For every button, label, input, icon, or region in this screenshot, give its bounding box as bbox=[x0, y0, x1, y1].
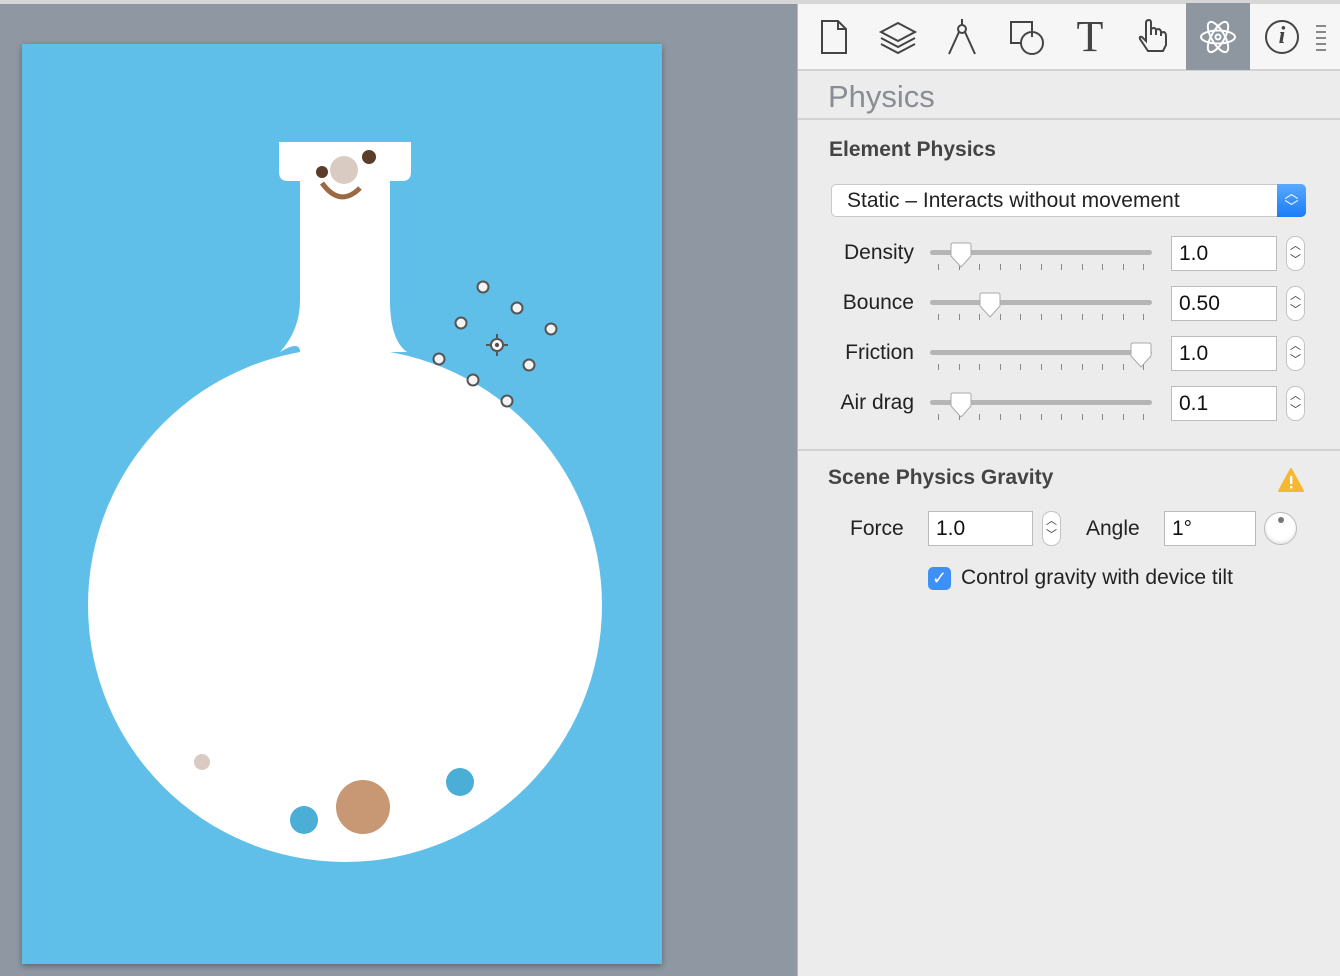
blue-ball[interactable] bbox=[290, 806, 318, 834]
air-drag-row: Air drag 0.1 ︿ ﹀ bbox=[798, 386, 1340, 426]
force-field[interactable]: 1.0 bbox=[928, 511, 1033, 546]
section-divider bbox=[798, 449, 1340, 451]
chevron-updown-icon: ︿ ﹀ bbox=[1277, 184, 1306, 217]
friction-stepper[interactable]: ︿ ﹀ bbox=[1286, 336, 1305, 371]
text-icon: T bbox=[1076, 12, 1104, 61]
panel-title: Physics bbox=[798, 71, 1340, 120]
hand-icon bbox=[1138, 18, 1167, 52]
friction-field[interactable]: 1.0 bbox=[1171, 336, 1277, 371]
slider-track bbox=[930, 350, 1152, 355]
density-field[interactable]: 1.0 bbox=[1171, 236, 1277, 271]
grip-icon bbox=[1316, 24, 1326, 51]
document-icon bbox=[821, 19, 847, 54]
air-drag-stepper[interactable]: ︿ ﹀ bbox=[1286, 386, 1305, 421]
info-icon: i bbox=[1265, 19, 1299, 54]
resize-handle[interactable] bbox=[522, 358, 536, 372]
density-row: Density 1.0 ︿ ﹀ bbox=[798, 236, 1340, 276]
warning-icon[interactable] bbox=[1278, 468, 1304, 492]
device-tilt-checkbox[interactable]: ✓ Control gravity with device tilt bbox=[928, 566, 1233, 590]
tab-document[interactable] bbox=[802, 3, 866, 70]
gravity-heading: Scene Physics Gravity bbox=[828, 466, 1054, 489]
small-ball[interactable] bbox=[194, 754, 210, 770]
bounce-label: Bounce bbox=[842, 291, 914, 314]
body-type-select[interactable]: Static – Interacts without movement ︿ ﹀ bbox=[831, 184, 1306, 217]
friction-label: Friction bbox=[845, 341, 914, 364]
flask-scene bbox=[88, 142, 602, 862]
tab-layers[interactable] bbox=[866, 3, 930, 70]
inspector-panel: T i Physics Element Physics Static – Int… bbox=[797, 3, 1340, 976]
tab-info[interactable]: i bbox=[1250, 3, 1314, 70]
tab-shapes[interactable] bbox=[994, 3, 1058, 70]
tab-interaction[interactable] bbox=[1122, 3, 1186, 70]
toolbar-overflow-grip[interactable] bbox=[1314, 3, 1328, 70]
resize-handle[interactable] bbox=[510, 301, 524, 315]
slider-track bbox=[930, 300, 1152, 305]
cork-ear-left bbox=[316, 166, 328, 178]
rotation-center-icon[interactable] bbox=[486, 334, 508, 356]
device-tilt-label: Control gravity with device tilt bbox=[961, 566, 1233, 589]
body-type-value: Static – Interacts without movement bbox=[847, 189, 1180, 212]
resize-handle[interactable] bbox=[466, 373, 480, 387]
slider-thumb[interactable] bbox=[949, 392, 973, 418]
tan-ball[interactable] bbox=[336, 780, 390, 834]
angle-field[interactable]: 1° bbox=[1164, 511, 1256, 546]
tab-compass[interactable] bbox=[930, 3, 994, 70]
cork-ear-right bbox=[362, 150, 376, 164]
slider-thumb[interactable] bbox=[978, 292, 1002, 318]
resize-handle[interactable] bbox=[476, 280, 490, 294]
slider-ticks bbox=[938, 314, 1144, 320]
resize-handle[interactable] bbox=[432, 352, 446, 366]
flask-bulb[interactable] bbox=[88, 348, 602, 862]
dial-indicator bbox=[1278, 517, 1284, 523]
density-label: Density bbox=[843, 241, 914, 264]
checkmark-icon: ✓ bbox=[928, 566, 951, 590]
slider-ticks bbox=[938, 364, 1144, 370]
resize-handle[interactable] bbox=[454, 316, 468, 330]
air-drag-label: Air drag bbox=[840, 391, 914, 414]
bounce-field[interactable]: 0.50 bbox=[1171, 286, 1277, 321]
tab-physics[interactable] bbox=[1186, 3, 1250, 70]
layers-icon bbox=[878, 21, 918, 54]
gravity-row: Force 1.0 ︿ ﹀ Angle 1° bbox=[798, 511, 1340, 551]
angle-label: Angle bbox=[1086, 517, 1140, 540]
scene-canvas[interactable] bbox=[22, 44, 662, 964]
force-stepper[interactable]: ︿ ﹀ bbox=[1042, 511, 1061, 546]
angle-dial[interactable] bbox=[1264, 512, 1297, 545]
resize-handle[interactable] bbox=[500, 394, 514, 408]
blue-ball[interactable] bbox=[446, 768, 474, 796]
top-ball[interactable] bbox=[330, 156, 358, 184]
force-label: Force bbox=[850, 517, 904, 540]
atom-icon bbox=[1200, 20, 1236, 53]
air-drag-field[interactable]: 0.1 bbox=[1171, 386, 1277, 421]
density-stepper[interactable]: ︿ ﹀ bbox=[1286, 236, 1305, 271]
friction-row: Friction 1.0 ︿ ﹀ bbox=[798, 336, 1340, 376]
shapes-icon bbox=[1010, 20, 1044, 55]
tab-text[interactable]: T bbox=[1058, 3, 1122, 70]
inspector-toolbar: T i bbox=[798, 3, 1340, 71]
bounce-stepper[interactable]: ︿ ﹀ bbox=[1286, 286, 1305, 321]
compass-icon bbox=[948, 18, 976, 54]
slider-thumb[interactable] bbox=[949, 242, 973, 268]
slider-thumb[interactable] bbox=[1129, 342, 1153, 368]
resize-handle[interactable] bbox=[544, 322, 558, 336]
element-physics-heading: Element Physics bbox=[829, 138, 996, 161]
bounce-row: Bounce 0.50 ︿ ﹀ bbox=[798, 286, 1340, 326]
